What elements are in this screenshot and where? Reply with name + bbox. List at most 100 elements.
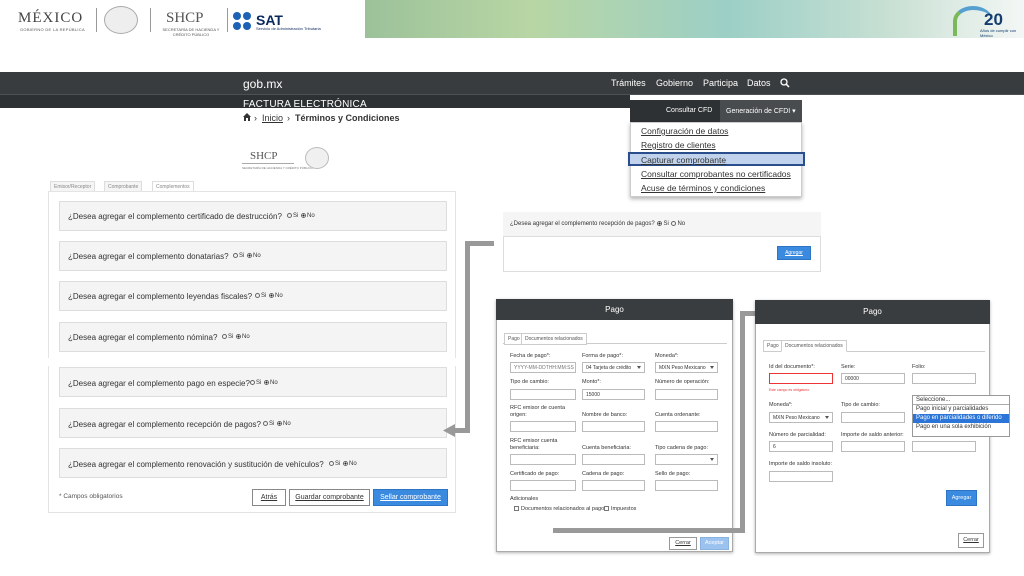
option-pago-inicial[interactable]: Pago inicial y parcialidades [913, 405, 1009, 414]
menu-item-registro-clientes[interactable]: Registro de clientes [641, 140, 716, 150]
saldo-anterior-input[interactable] [841, 441, 905, 452]
docs-cerrar-button[interactable]: Cerrar [958, 533, 984, 548]
pago-cerrar-button[interactable]: Cerrar [669, 537, 697, 550]
radio-group[interactable]: Si No [286, 213, 315, 219]
menu-item-acuse[interactable]: Acuse de términos y condiciones [641, 183, 765, 193]
shcp-small-underline [242, 163, 294, 164]
question-text: ¿Desea agregar el complemento recepción … [68, 420, 262, 429]
saldo-insoluto-input[interactable] [769, 471, 833, 482]
radio-si[interactable] [255, 293, 260, 298]
radio-si[interactable] [287, 213, 292, 218]
tab-documentos-relacionados[interactable]: Documentos relacionados [781, 340, 847, 352]
tipo-cambio-label: Tipo de cambio: [510, 379, 549, 385]
certificado-input[interactable] [510, 480, 576, 491]
radio-group[interactable]: Si No [221, 334, 250, 340]
banco-input[interactable] [582, 421, 645, 432]
option-seleccione[interactable]: Seleccione... [913, 396, 1009, 405]
home-icon[interactable] [243, 113, 251, 121]
docs-relacionados-checkbox[interactable]: Documentos relacionados al pago [514, 506, 604, 513]
radio-no[interactable] [277, 421, 283, 426]
id-documento-input[interactable] [769, 373, 833, 384]
tab-comprobante[interactable]: Comprobante [104, 181, 143, 191]
sello-input[interactable] [655, 480, 718, 491]
moneda-select[interactable]: MXN Peso Mexicano [769, 412, 833, 423]
menu-item-capturar[interactable]: Capturar comprobante [641, 155, 726, 165]
rfc-beneficiaria-input[interactable] [510, 454, 576, 465]
nav-item-participa[interactable]: Participa [703, 78, 738, 88]
breadcrumb-inicio[interactable]: Inicio [262, 113, 283, 123]
radio-si[interactable] [222, 334, 227, 339]
checkbox-icon[interactable] [514, 506, 519, 512]
nav-brand[interactable]: gob.mx [243, 77, 282, 91]
radio-no[interactable] [264, 380, 270, 385]
tipo-cambio-input[interactable] [510, 389, 576, 400]
radio-group[interactable]: Si No [262, 421, 291, 427]
question-nomina: ¿Desea agregar el complemento nómina? Si… [59, 322, 447, 352]
tab-emisor[interactable]: Emisor/Receptor [50, 181, 96, 191]
tab-documentos-relacionados[interactable]: Documentos relacionados [521, 333, 587, 345]
metodo-pago-input[interactable] [912, 441, 976, 452]
sellar-comprobante-button[interactable]: Sellar comprobante [373, 489, 448, 506]
guardar-comprobante-button[interactable]: Guardar comprobante [289, 489, 370, 506]
cadena-input[interactable] [582, 480, 645, 491]
nav-item-gobierno[interactable]: Gobierno [656, 78, 693, 88]
certificado-label: Certificado de pago: [510, 471, 560, 477]
radio-si[interactable] [250, 380, 255, 385]
fecha-input[interactable]: YYYY-MM-DDTHH:MM:SS [510, 362, 576, 373]
shcp-small-logo: SHCP [250, 150, 278, 162]
recepcion-agregar-button[interactable]: Agregar [777, 246, 811, 260]
num-parcialidad-input[interactable]: 6 [769, 441, 833, 452]
radio-no[interactable] [301, 213, 307, 218]
question-text: ¿Desea agregar el complemento certificad… [68, 212, 282, 221]
impuestos-checkbox[interactable]: Impuestos [604, 506, 636, 513]
logo-divider [150, 8, 151, 32]
radio-group[interactable]: Si No [328, 461, 357, 467]
menu-item-consultar-no-cert[interactable]: Consultar comprobantes no certificados [641, 169, 791, 179]
tipo-cadena-select[interactable] [655, 454, 718, 465]
option-pago-una-exhibicion[interactable]: Pago en una sola exhibición [913, 423, 1009, 432]
tipo-cambio-input[interactable] [841, 412, 905, 423]
pago-aceptar-button[interactable]: Aceptar [700, 537, 729, 550]
search-icon[interactable] [780, 78, 790, 88]
num-operacion-input[interactable] [655, 389, 718, 400]
nav-item-datos[interactable]: Datos [747, 78, 771, 88]
folio-input[interactable] [912, 373, 976, 384]
serie-label: Serie: [841, 364, 856, 370]
radio-no[interactable] [236, 334, 242, 339]
shcp-logo: SHCP [166, 10, 204, 26]
tab-pago[interactable]: Pago [763, 340, 783, 352]
nav-item-tramites[interactable]: Trámites [611, 78, 646, 88]
forma-select[interactable]: 04 Tarjeta de crédito [582, 362, 645, 373]
generacion-cfdi-label[interactable]: Generación de CFDI ▾ [726, 107, 796, 115]
question-text: ¿Desea agregar el complemento donatarias… [68, 252, 229, 261]
connector-arrow [740, 311, 745, 533]
serie-input[interactable]: 00000 [841, 373, 905, 384]
arrow-head-icon [443, 424, 455, 437]
radio-no[interactable] [671, 221, 677, 226]
moneda-select[interactable]: MXN Peso Mexicano [655, 362, 718, 373]
checkbox-icon[interactable] [604, 506, 609, 512]
question-renovacion-vehiculos: ¿Desea agregar el complemento renovación… [59, 448, 447, 478]
radio-no[interactable] [343, 461, 349, 466]
num-operacion-label: Número de operación: [655, 379, 710, 385]
monto-input[interactable]: 15000 [582, 389, 645, 400]
consultar-cfd-link[interactable]: Consultar CFD [666, 107, 712, 114]
atras-button[interactable]: Atrás [252, 489, 286, 506]
radio-si[interactable] [233, 253, 238, 258]
cuenta-ordenante-input[interactable] [655, 421, 718, 432]
radio-group[interactable]: Si No [254, 293, 283, 299]
radio-group[interactable]: Si No [249, 380, 278, 386]
tipo-cambio-label: Tipo de cambio: [841, 402, 880, 408]
radio-si[interactable] [329, 461, 334, 466]
cuenta-beneficiaria-input[interactable] [582, 454, 645, 465]
radio-group[interactable]: Si No [232, 253, 261, 259]
radio-no[interactable] [269, 293, 275, 298]
radio-si[interactable] [657, 221, 663, 226]
radio-no[interactable] [247, 253, 253, 258]
radio-si[interactable] [263, 421, 268, 426]
rfc-origen-input[interactable] [510, 421, 576, 432]
tab-complementos[interactable]: Complementos [152, 181, 194, 191]
docs-agregar-button[interactable]: Agregar [946, 490, 977, 506]
menu-item-configuracion[interactable]: Configuración de datos [641, 126, 728, 136]
option-pago-parcialidades[interactable]: Pago en parcialidades o diferido [913, 414, 1009, 423]
